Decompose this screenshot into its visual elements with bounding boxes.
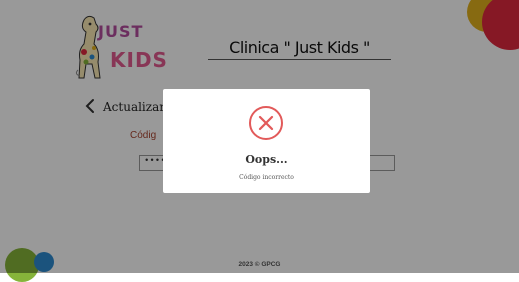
error-dialog: Oops... Código incorrecto — [163, 89, 370, 193]
dialog-message: Código incorrecto — [239, 174, 294, 181]
error-x-circle-icon — [249, 106, 283, 140]
dialog-title: Oops... — [245, 153, 288, 166]
